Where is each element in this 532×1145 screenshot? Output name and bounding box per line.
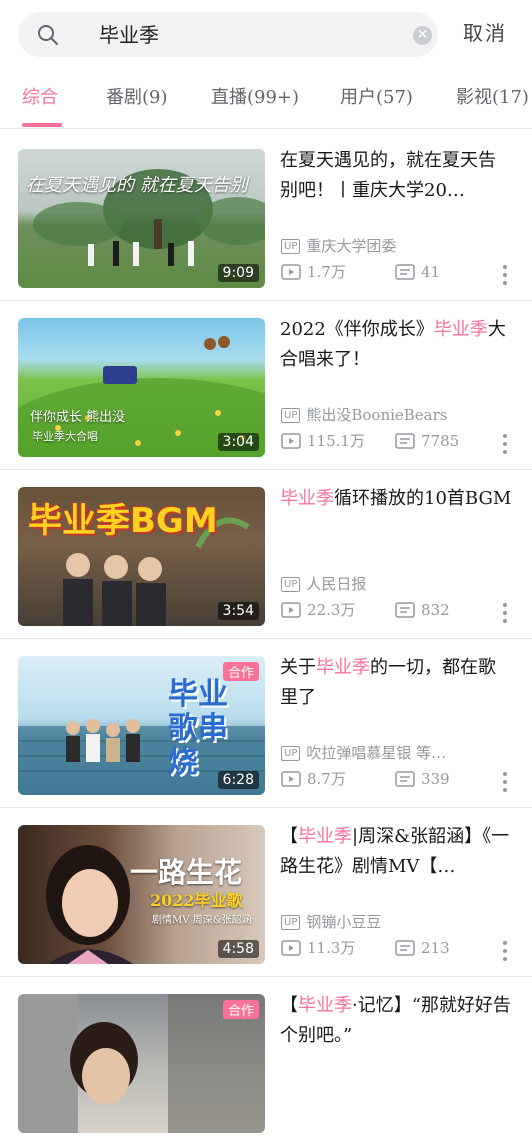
view-count: 11.3万 (281, 938, 355, 958)
cancel-button[interactable]: 取消 (463, 19, 507, 47)
search-icon (38, 25, 58, 45)
search-input[interactable]: 毕业季 ✕ (18, 12, 438, 57)
video-card[interactable]: 一路生花 2022毕业歌 剧情MV 周深&张韶涵 4:58 【毕业季|周深&张韶… (0, 808, 532, 977)
video-title[interactable]: 2022《伴你成长》毕业季大合唱来了！ (280, 315, 512, 375)
video-duration: 3:04 (217, 433, 259, 451)
up-badge-icon: UP (281, 238, 301, 254)
play-count-icon (281, 771, 301, 787)
tab-all[interactable]: 综合 (22, 86, 58, 110)
video-thumbnail[interactable]: 一路生花 2022毕业歌 剧情MV 周深&张韶涵 4:58 (18, 825, 265, 964)
video-author[interactable]: UP 熊出没BoonieBears (281, 405, 448, 425)
thumbnail-overlay-caption: 剧情MV 周深&张韶涵 (152, 915, 252, 926)
video-thumbnail[interactable]: 伴你成长 熊出没 毕业季大合唱 3:04 (18, 318, 265, 457)
thumbnail-overlay-text: 一路生花 (130, 856, 243, 889)
search-header: 毕业季 ✕ 取消 (0, 0, 532, 68)
tab-live[interactable]: 直播(99+) (211, 86, 299, 110)
video-author[interactable]: UP 吹拉弹唱慕星银 等… (281, 743, 446, 763)
danmaku-icon (395, 940, 415, 956)
video-thumbnail[interactable]: 毕业歌串烧 合作 6:28 (18, 656, 265, 795)
video-author[interactable]: UP 重庆大学团委 (281, 236, 396, 256)
up-badge-icon: UP (281, 576, 301, 592)
thumbnail-overlay-subtext: 毕业季大合唱 (32, 430, 98, 443)
thumbnail-overlay-text: 伴你成长 熊出没 (30, 410, 126, 425)
video-thumbnail[interactable]: 在夏天遇见的 就在夏天告别 9:09 (18, 149, 265, 288)
view-count: 22.3万 (281, 600, 355, 620)
video-title[interactable]: 在夏天遇见的，就在夏天告别吧！丨重庆大学20… (280, 146, 512, 206)
tab-film[interactable]: 影视(17) (456, 86, 529, 110)
video-title[interactable]: 毕业季循环播放的10首BGM (280, 484, 512, 514)
more-options-icon[interactable] (501, 941, 509, 965)
danmaku-icon (395, 771, 415, 787)
more-options-icon[interactable] (501, 265, 509, 289)
view-count: 8.7万 (281, 769, 346, 789)
video-card[interactable]: 伴你成长 熊出没 毕业季大合唱 3:04 2022《伴你成长》毕业季大合唱来了！… (0, 301, 532, 470)
video-card[interactable]: 在夏天遇见的 就在夏天告别 9:09 在夏天遇见的，就在夏天告别吧！丨重庆大学2… (0, 132, 532, 301)
collab-badge: 合作 (222, 662, 259, 681)
up-badge-icon: UP (281, 745, 301, 761)
more-options-icon[interactable] (501, 434, 509, 458)
danmaku-count: 41 (395, 262, 440, 282)
video-card[interactable]: 毕业季BGM 3:54 毕业季循环播放的10首BGM UP 人民日报 22.3万… (0, 470, 532, 639)
video-thumbnail[interactable]: 毕业季BGM 3:54 (18, 487, 265, 626)
view-count: 115.1万 (281, 431, 365, 451)
more-options-icon[interactable] (501, 603, 509, 627)
tab-bangumi[interactable]: 番剧(9) (106, 86, 168, 110)
play-count-icon (281, 433, 301, 449)
active-tab-indicator (22, 123, 62, 127)
danmaku-icon (395, 433, 415, 449)
video-thumbnail[interactable]: 合作 (18, 994, 265, 1133)
danmaku-icon (395, 602, 415, 618)
video-duration: 6:28 (217, 771, 259, 789)
video-card[interactable]: 毕业歌串烧 合作 6:28 关于毕业季的一切，都在歌里了 UP 吹拉弹唱慕星银 … (0, 639, 532, 808)
danmaku-count: 832 (395, 600, 450, 620)
danmaku-count: 339 (395, 769, 450, 789)
video-card[interactable]: 合作 【毕业季·记忆】“那就好好告个别吧。” (0, 977, 532, 1145)
video-duration: 4:58 (217, 940, 259, 958)
danmaku-count: 7785 (395, 431, 459, 451)
thumbnail-overlay-text: 在夏天遇见的 就在夏天告别 (26, 175, 248, 196)
result-tabs: 综合 番剧(9) 直播(99+) 用户(57) 影视(17) (0, 70, 532, 129)
search-query: 毕业季 (99, 23, 159, 47)
thumbnail-overlay-text: 毕业歌串烧 (168, 677, 228, 780)
play-count-icon (281, 264, 301, 280)
play-count-icon (281, 940, 301, 956)
tab-users[interactable]: 用户(57) (340, 86, 413, 110)
video-title[interactable]: 【毕业季·记忆】“那就好好告个别吧。” (280, 991, 512, 1051)
collab-badge: 合作 (222, 1000, 259, 1019)
up-badge-icon: UP (281, 914, 301, 930)
video-title[interactable]: 【毕业季|周深&张韶涵】《一路生花》剧情MV【… (280, 822, 512, 882)
video-author[interactable]: UP 人民日报 (281, 574, 366, 594)
video-duration: 3:54 (217, 602, 259, 620)
video-author[interactable]: UP 钢镚小豆豆 (281, 912, 381, 932)
video-title[interactable]: 关于毕业季的一切，都在歌里了 (280, 653, 512, 713)
thumbnail-overlay-text: 毕业季BGM (28, 501, 218, 541)
danmaku-icon (395, 264, 415, 280)
danmaku-count: 213 (395, 938, 450, 958)
clear-icon[interactable]: ✕ (413, 26, 432, 45)
view-count: 1.7万 (281, 262, 346, 282)
up-badge-icon: UP (281, 407, 301, 423)
video-duration: 9:09 (217, 264, 259, 282)
thumbnail-overlay-subtext: 2022毕业歌 (150, 891, 243, 910)
more-options-icon[interactable] (501, 772, 509, 796)
play-count-icon (281, 602, 301, 618)
